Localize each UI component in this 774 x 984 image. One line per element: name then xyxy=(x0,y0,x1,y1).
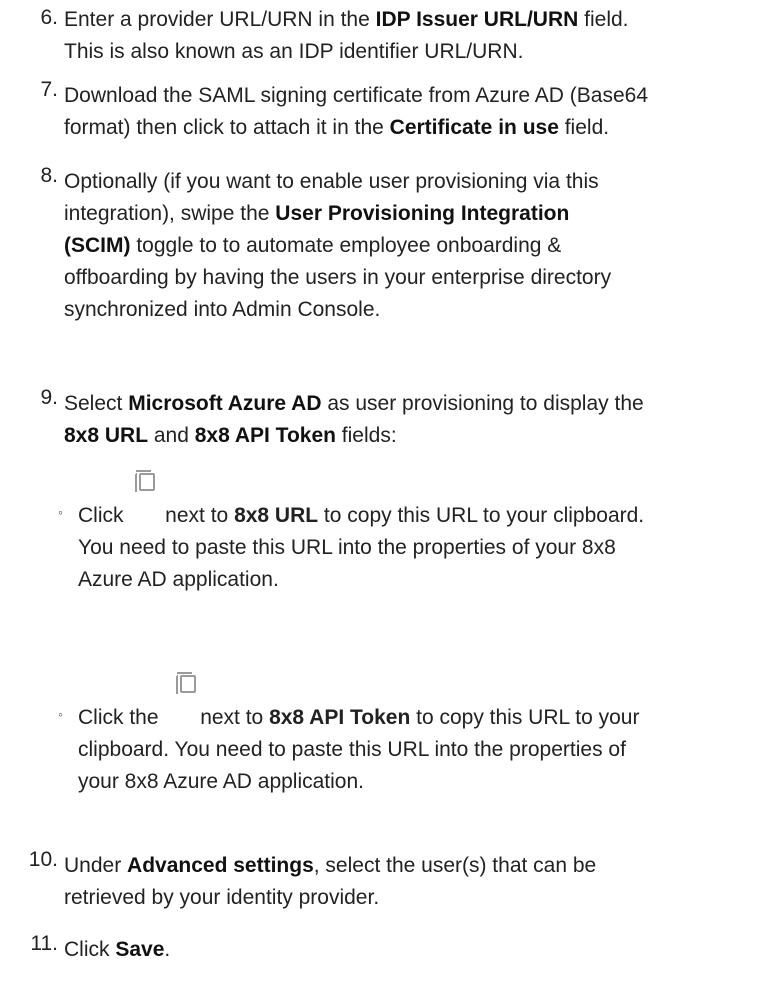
ui-term: Certificate in use xyxy=(389,116,559,139)
ui-term: Advanced settings xyxy=(127,854,314,877)
text-line: 8x8 URL and 8x8 API Token fields: xyxy=(64,420,764,452)
step-number: 10. xyxy=(28,848,58,871)
ui-term: (SCIM) xyxy=(64,234,131,257)
text-run: Select xyxy=(64,392,129,415)
step-text: Enter a provider URL/URN in the IDP Issu… xyxy=(64,4,764,68)
text-line: Click the next to 8x8 API Token to copy … xyxy=(78,702,768,734)
ui-term: 8x8 URL xyxy=(234,504,319,527)
text-run: This is also known as an IDP identifier … xyxy=(64,40,524,63)
text-run: clipboard. You need to paste this URL in… xyxy=(78,738,626,761)
text-run: as user provisioning to display the xyxy=(321,392,644,415)
text-run: Click xyxy=(78,504,130,527)
text-line: Under Advanced settings, select the user… xyxy=(64,850,764,882)
step-text: Download the SAML signing certificate fr… xyxy=(64,80,764,144)
text-run: Enter a provider URL/URN in the xyxy=(64,8,376,31)
step-number: 7. xyxy=(40,78,58,101)
text-run: You need to paste this URL into the prop… xyxy=(78,536,616,559)
text-line: Click Save. xyxy=(64,934,764,966)
text-line: integration), swipe the User Provisionin… xyxy=(64,198,764,230)
text-run: format) then click to attach it in the xyxy=(64,116,390,139)
ui-term: IDP Issuer URL/URN xyxy=(375,8,579,31)
step-number: 9. xyxy=(40,386,58,409)
text-line: Optionally (if you want to enable user p… xyxy=(64,166,764,198)
text-run: to copy this URL to your clipboard. xyxy=(318,504,645,527)
copy-icon[interactable] xyxy=(133,470,157,496)
bullet-marker: ◦ xyxy=(58,706,63,722)
ui-term: 8x8 URL xyxy=(64,424,149,447)
ui-term: User Provisioning Integration xyxy=(275,202,570,225)
text-run: Click xyxy=(64,938,116,961)
copy-icon[interactable] xyxy=(174,672,198,698)
text-line: Click next to 8x8 URL to copy this URL t… xyxy=(78,500,768,532)
text-run: toggle to to automate employee onboardin… xyxy=(130,234,562,257)
text-line: retrieved by your identity provider. xyxy=(64,882,764,914)
text-run: fields: xyxy=(335,424,397,447)
text-run: . xyxy=(164,938,171,961)
text-line: You need to paste this URL into the prop… xyxy=(78,532,768,564)
bullet-marker: ◦ xyxy=(58,504,63,520)
text-run: next to xyxy=(159,504,235,527)
text-run: next to xyxy=(194,706,270,729)
text-run: Optionally (if you want to enable user p… xyxy=(64,170,599,193)
text-run: Under xyxy=(64,854,128,877)
text-run: Azure AD application. xyxy=(78,568,279,591)
text-line: This is also known as an IDP identifier … xyxy=(64,36,764,68)
text-run: Click the xyxy=(78,706,165,729)
text-line: offboarding by having the users in your … xyxy=(64,262,764,294)
ui-term: 8x8 API Token xyxy=(194,424,336,447)
text-line: Azure AD application. xyxy=(78,564,768,596)
step-number: 11. xyxy=(30,932,58,955)
step-number: 8. xyxy=(40,164,58,187)
instructions-page: 6. Enter a provider URL/URN in the IDP I… xyxy=(0,0,774,984)
step-number: 6. xyxy=(40,6,58,29)
text-line: Download the SAML signing certificate fr… xyxy=(64,80,764,112)
ui-term: Save xyxy=(115,938,165,961)
step-text: Click Save. xyxy=(64,934,764,966)
text-line: clipboard. You need to paste this URL in… xyxy=(78,734,768,766)
text-run: and xyxy=(148,424,195,447)
text-run: , select the user(s) that can be xyxy=(313,854,597,877)
text-run: retrieved by your identity provider. xyxy=(64,886,380,909)
text-run: offboarding by having the users in your … xyxy=(64,266,612,289)
text-run: field. xyxy=(578,8,629,31)
text-run: integration), swipe the xyxy=(64,202,276,225)
text-run: field. xyxy=(558,116,610,139)
text-line: format) then click to attach it in the C… xyxy=(64,112,764,144)
ui-term: 8x8 API Token xyxy=(269,706,411,729)
step-text: Optionally (if you want to enable user p… xyxy=(64,166,764,326)
text-line: synchronized into Admin Console. xyxy=(64,294,764,326)
text-run: to copy this URL to your xyxy=(410,706,640,729)
text-run: synchronized into Admin Console. xyxy=(64,298,381,321)
step-text: Under Advanced settings, select the user… xyxy=(64,850,764,914)
text-run: your 8x8 Azure AD application. xyxy=(78,770,365,793)
step-text: Select Microsoft Azure AD as user provis… xyxy=(64,388,764,452)
ui-term: Microsoft Azure AD xyxy=(128,392,322,415)
text-line: your 8x8 Azure AD application. xyxy=(78,766,768,798)
bullet-text: Click the next to 8x8 API Token to copy … xyxy=(78,702,768,798)
text-line: Enter a provider URL/URN in the IDP Issu… xyxy=(64,4,764,36)
text-run: Download the SAML signing certificate fr… xyxy=(64,84,649,107)
bullet-text: Click next to 8x8 URL to copy this URL t… xyxy=(78,500,768,596)
text-line: Select Microsoft Azure AD as user provis… xyxy=(64,388,764,420)
text-line: (SCIM) toggle to to automate employee on… xyxy=(64,230,764,262)
